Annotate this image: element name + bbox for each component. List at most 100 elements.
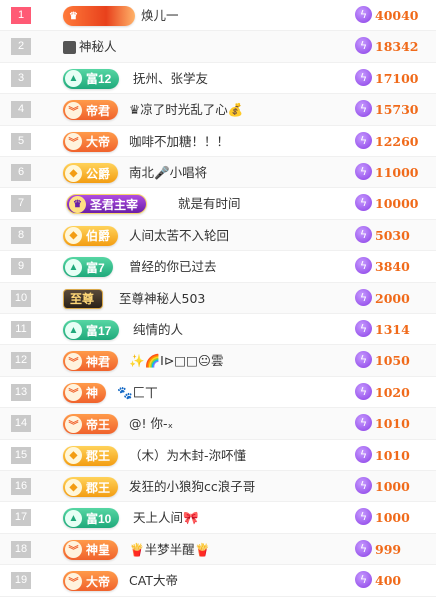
rank-number: 19 bbox=[11, 572, 31, 590]
score-value: 1314 bbox=[375, 322, 410, 337]
user-name[interactable]: 🍟半梦半醒🍟 bbox=[129, 534, 210, 565]
rank-number: 4 bbox=[11, 101, 31, 119]
lightning-icon: ϟ bbox=[355, 320, 372, 337]
level-badge: ♛ 圣君主宰 bbox=[66, 194, 148, 215]
level-badge: ︾ 帝王 bbox=[63, 414, 119, 435]
rank-number: 18 bbox=[11, 540, 31, 558]
leaderboard-row[interactable]: 5 ︾ 大帝 咖啡不加糖！！！ ϟ 12260 bbox=[0, 125, 436, 157]
user-name-text: 人间太苦不入轮回 bbox=[129, 227, 230, 243]
level-badge-label: 郡王 bbox=[86, 480, 111, 495]
level-badge: ︾ 神君 bbox=[63, 351, 119, 372]
user-name[interactable]: 焕儿一 bbox=[141, 0, 179, 31]
leaderboard-row[interactable]: 10 至尊 至尊神秘人503 ϟ 2000 bbox=[0, 282, 436, 314]
leaderboard-row[interactable]: 8 ◆ 伯爵 人间太苦不入轮回 ϟ 5030 bbox=[0, 219, 436, 252]
leaderboard-row[interactable]: 19 ︾ 大帝 CAT大帝 ϟ 400 bbox=[0, 565, 436, 597]
score-value: 10000 bbox=[375, 196, 419, 212]
chevron-icon: ︾ bbox=[65, 133, 82, 151]
user-name[interactable]: ♛凉了时光乱了心💰 bbox=[129, 94, 243, 125]
score-value: 12260 bbox=[375, 133, 419, 149]
lightning-icon: ϟ bbox=[355, 37, 372, 55]
chevron-icon: ︾ bbox=[65, 384, 82, 402]
lightning-icon: ϟ bbox=[355, 508, 372, 526]
rank-number: 9 bbox=[11, 258, 31, 276]
leaderboard-row[interactable]: 2 神秘人 ϟ 18342 bbox=[0, 31, 436, 63]
user-name[interactable]: 天上人间🎀 bbox=[133, 502, 199, 533]
lightning-icon: ϟ bbox=[355, 382, 372, 400]
rank-number: 17 bbox=[11, 509, 31, 527]
score-value: 5030 bbox=[375, 227, 410, 243]
lightning-icon: ϟ bbox=[355, 477, 372, 494]
user-name[interactable]: @! 你-ₓ bbox=[129, 408, 173, 439]
triangle-icon: ▲ bbox=[65, 258, 82, 276]
chevron-icon: ︾ bbox=[65, 352, 82, 370]
score-value: 15730 bbox=[375, 102, 419, 118]
user-name-text: ♛凉了时光乱了心💰 bbox=[129, 102, 244, 118]
leaderboard-row[interactable]: 4 ︾ 帝君 ♛凉了时光乱了心💰 ϟ 15730 bbox=[0, 94, 436, 126]
level-badge-label: 伯爵 bbox=[86, 229, 111, 244]
triangle-icon: ▲ bbox=[65, 321, 82, 339]
user-name[interactable]: 至尊神秘人503 bbox=[119, 283, 205, 314]
level-badge-label: 郡王 bbox=[86, 449, 111, 464]
level-badge-label: 帝君 bbox=[86, 103, 111, 118]
user-name-text: CAT大帝 bbox=[129, 573, 178, 589]
leaderboard-row[interactable]: 17 ▲ 富10 天上人间🎀 ϟ 1000 bbox=[0, 502, 436, 534]
leaderboard-row[interactable]: 7 ♛ 圣君主宰 就是有时间 ϟ 10000 bbox=[0, 188, 436, 220]
user-name-text: 🐾匚丅 bbox=[117, 384, 158, 400]
user-name[interactable]: 神秘人 bbox=[63, 31, 117, 62]
level-badge: ▲ 富10 bbox=[63, 508, 120, 529]
user-name[interactable]: 发狂的小狼狗cc浪子哥 bbox=[129, 471, 255, 502]
user-name[interactable]: 就是有时间 bbox=[178, 188, 241, 219]
user-name-text: @! 你-ₓ bbox=[129, 416, 174, 432]
leaderboard-row[interactable]: 3 ▲ 富12 抚州、张学友 ϟ 17100 bbox=[0, 62, 436, 95]
user-name[interactable]: 南北🎤小唱将 bbox=[129, 157, 207, 188]
user-name[interactable]: CAT大帝 bbox=[129, 565, 178, 596]
diamond-icon: ◆ bbox=[65, 447, 82, 465]
user-name-text: 纯情的人 bbox=[133, 322, 184, 337]
triangle-icon: ▲ bbox=[65, 509, 82, 527]
leaderboard-row[interactable]: 13 ︾ 神 🐾匚丅 ϟ 1020 bbox=[0, 376, 436, 409]
level-badge-label: 富7 bbox=[86, 260, 105, 275]
rank-number: 12 bbox=[11, 352, 31, 370]
lightning-icon: ϟ bbox=[355, 194, 372, 212]
user-name[interactable]: 人间太苦不入轮回 bbox=[129, 220, 229, 251]
leaderboard-row[interactable]: 9 ▲ 富7 曾经的你已过去 ϟ 3840 bbox=[0, 251, 436, 283]
lightning-icon: ϟ bbox=[355, 225, 372, 243]
score-value: 40040 bbox=[375, 8, 419, 23]
user-name-text: 🍟半梦半醒🍟 bbox=[129, 541, 211, 557]
leaderboard-row[interactable]: 12 ︾ 神君 ✨🌈I⊳□□😐雲 ϟ 1050 bbox=[0, 345, 436, 377]
level-badge: 至尊 bbox=[63, 288, 104, 309]
score-value: 1000 bbox=[375, 479, 410, 494]
user-name[interactable]: 🐾匚丅 bbox=[117, 377, 158, 408]
user-name-text: 咖啡不加糖！！！ bbox=[129, 133, 230, 149]
level-badge: ◆ 郡王 bbox=[63, 477, 119, 497]
lightning-icon: ϟ bbox=[355, 68, 372, 86]
leaderboard-row[interactable]: 1 ♛ 焕儿一 ϟ 40040 bbox=[0, 0, 436, 32]
leaderboard-row[interactable]: 6 ◆ 公爵 南北🎤小唱将 ϟ 11000 bbox=[0, 157, 436, 189]
user-name-text: 神秘人 bbox=[79, 39, 117, 55]
lightning-icon: ϟ bbox=[355, 414, 372, 432]
level-badge: ▲ 富17 bbox=[63, 320, 120, 340]
user-name[interactable]: 曾经的你已过去 bbox=[129, 251, 217, 282]
leaderboard-row[interactable]: 16 ◆ 郡王 发狂的小狼狗cc浪子哥 ϟ 1000 bbox=[0, 471, 436, 503]
user-name[interactable]: （木）为木封-沵吥懂 bbox=[129, 440, 246, 471]
leaderboard-row[interactable]: 18 ︾ 神皇 🍟半梦半醒🍟 ϟ 999 bbox=[0, 533, 436, 566]
user-name[interactable]: 咖啡不加糖！！！ bbox=[129, 126, 229, 157]
leaderboard-row[interactable]: 14 ︾ 帝王 @! 你-ₓ ϟ 1010 bbox=[0, 408, 436, 440]
score-value: 400 bbox=[375, 573, 402, 589]
user-name[interactable]: 抚州、张学友 bbox=[133, 63, 208, 94]
rank-number: 13 bbox=[11, 383, 31, 401]
rank-number: 1 bbox=[11, 7, 31, 24]
score-value: 1020 bbox=[375, 384, 410, 400]
rank-number: 6 bbox=[11, 164, 31, 181]
lightning-icon: ϟ bbox=[355, 571, 372, 589]
leaderboard-row[interactable]: 15 ◆ 郡王 （木）为木封-沵吥懂 ϟ 1010 bbox=[0, 439, 436, 471]
level-badge-label: 富10 bbox=[86, 511, 112, 526]
user-name[interactable]: 纯情的人 bbox=[133, 314, 183, 345]
user-name[interactable]: ✨🌈I⊳□□😐雲 bbox=[129, 345, 223, 376]
user-name-text: 发狂的小狼狗cc浪子哥 bbox=[129, 479, 256, 494]
leaderboard-row[interactable]: 11 ▲ 富17 纯情的人 ϟ 1314 bbox=[0, 314, 436, 346]
score-value: 1000 bbox=[375, 510, 410, 526]
level-badge: ◆ 伯爵 bbox=[63, 225, 119, 246]
rank-number: 15 bbox=[11, 446, 31, 464]
user-name-text: 就是有时间 bbox=[178, 196, 241, 212]
